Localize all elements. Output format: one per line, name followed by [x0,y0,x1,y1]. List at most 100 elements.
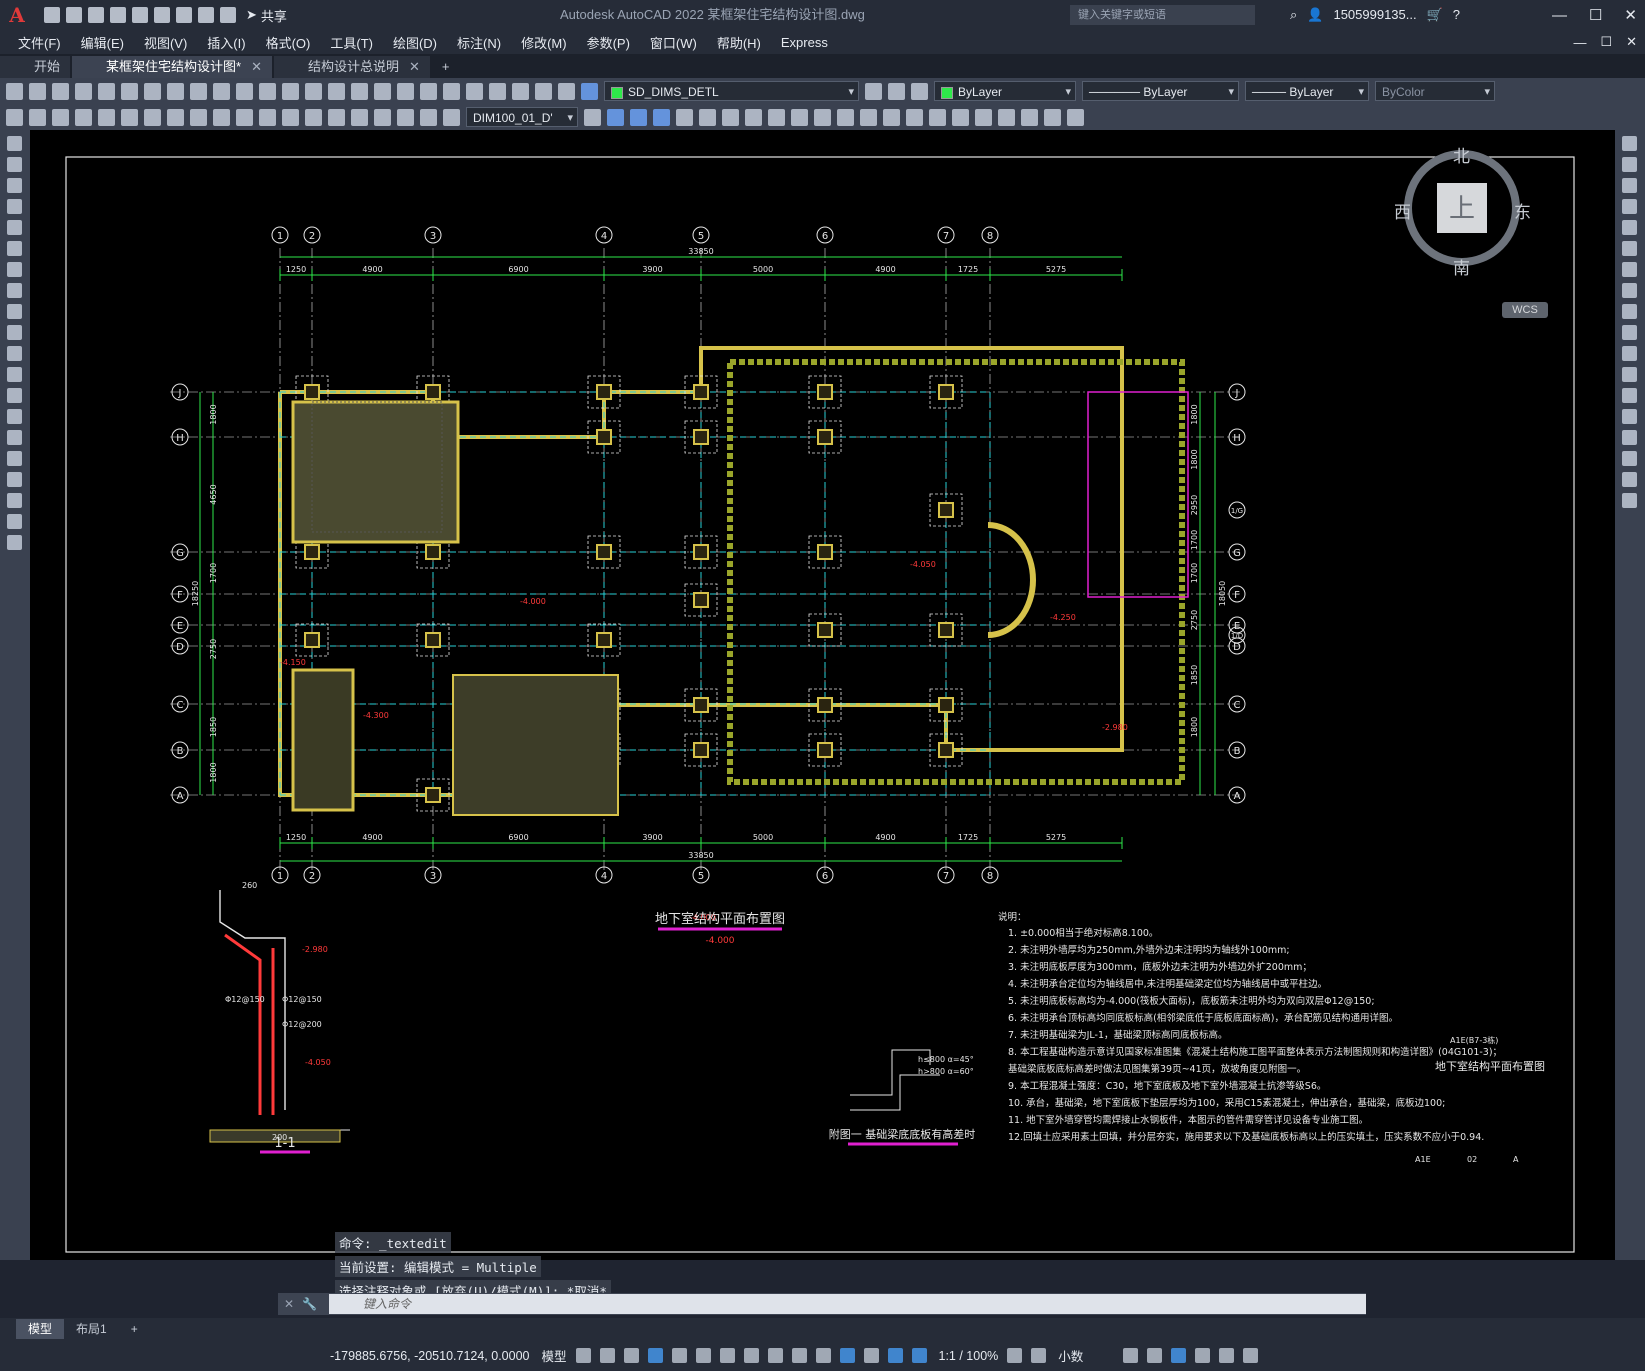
break-at-point-icon[interactable] [1622,367,1637,382]
arc-icon[interactable] [7,241,22,256]
quick-properties-icon[interactable] [1123,1348,1139,1363]
undo-icon[interactable] [198,7,214,23]
tab-layout1[interactable]: 布局1 [64,1319,119,1339]
hatch-icon[interactable] [7,430,22,445]
snap-icon[interactable] [599,1348,615,1363]
wrench-icon[interactable]: 🔧 [302,1297,317,1311]
spline-icon[interactable] [7,304,22,319]
redo-icon[interactable] [305,82,322,100]
point-icon[interactable] [7,409,22,424]
baseline-icon[interactable] [213,108,230,126]
share-button[interactable]: ➤ 共享 [246,6,287,25]
new-file-icon[interactable] [44,7,60,23]
jogged-icon[interactable] [121,108,138,126]
text-to-front-icon[interactable] [998,108,1015,126]
menu-parametric[interactable]: 参数(P) [587,33,630,52]
menu-tools[interactable]: 工具(T) [330,33,373,52]
markup-icon[interactable] [512,82,529,100]
stretch-icon[interactable] [1622,304,1637,319]
menu-draw[interactable]: 绘图(D) [393,33,437,52]
plot-icon[interactable] [154,7,170,23]
arc-length-icon[interactable] [52,108,69,126]
erase-icon[interactable] [1622,136,1637,151]
polygon-icon[interactable] [7,199,22,214]
copy-object-icon[interactable] [1622,157,1637,172]
add-layout-button[interactable]: + [119,1319,150,1339]
line-icon[interactable] [7,136,22,151]
zoom-previous-icon[interactable] [397,82,414,100]
doc-minimize-button[interactable]: — [1573,35,1586,50]
polyline-icon[interactable] [7,178,22,193]
menu-insert[interactable]: 插入(I) [207,33,245,52]
menu-file[interactable]: 文件(F) [18,33,61,52]
dim-style-icon[interactable] [584,108,601,126]
layer-state-icon[interactable] [911,82,928,100]
block-editor-icon[interactable] [259,82,276,100]
extend-icon[interactable] [1622,346,1637,361]
ungroup-icon[interactable] [1067,108,1084,126]
tool-palettes-icon[interactable] [466,82,483,100]
gradient-icon[interactable] [7,451,22,466]
ellipse-arc-icon[interactable] [7,346,22,361]
tab-main-drawing[interactable]: 某框架住宅结构设计图* ✕ [72,56,272,78]
trim-icon[interactable] [1622,325,1637,340]
publish-icon[interactable] [121,82,138,100]
viewcube-south[interactable]: 南 [1453,254,1470,279]
selection-cycling-icon[interactable] [815,1348,831,1363]
design-center-icon[interactable] [443,82,460,100]
menu-edit[interactable]: 编辑(E) [81,33,124,52]
paste-icon[interactable] [213,82,230,100]
cart-icon[interactable]: 🛒 [1427,0,1443,30]
model-space-toggle[interactable]: 模型 [541,1346,566,1365]
maximize-button[interactable]: ☐ [1589,6,1602,24]
hardware-acceleration-icon[interactable] [1195,1348,1211,1363]
new-icon[interactable] [6,82,23,100]
trim-icon[interactable] [791,108,808,126]
blend-curves-icon[interactable] [1622,472,1637,487]
command-input[interactable]: 键入命令 [329,1294,1366,1314]
chamfer-icon[interactable] [1622,430,1637,445]
explode-icon[interactable] [929,108,946,126]
gizmo-icon[interactable] [887,1348,903,1363]
viewcube-top-face[interactable]: 上 [1437,183,1487,233]
modify-move-icon[interactable] [607,108,624,126]
print-icon[interactable] [176,7,192,23]
make-current-icon[interactable] [865,82,882,100]
jogged-linear-icon[interactable] [374,108,391,126]
lineweight-icon[interactable] [767,1348,783,1363]
autocad-logo-icon[interactable]: A [4,2,30,28]
save-icon[interactable] [52,82,69,100]
rotate-icon[interactable] [722,108,739,126]
aligned-dim-icon[interactable] [29,108,46,126]
construction-line-icon[interactable] [7,157,22,172]
viewcube-east[interactable]: 东 [1514,198,1531,223]
search-icon[interactable]: ⌕ [1290,0,1297,30]
wcs-menu[interactable]: WCS [1502,302,1548,318]
lock-ui-icon[interactable] [1147,1348,1163,1363]
rectangle-icon[interactable] [7,220,22,235]
offset-icon[interactable] [1622,199,1637,214]
menu-format[interactable]: 格式(O) [266,33,311,52]
color-dropdown[interactable]: ByLayer [934,81,1076,102]
join-icon[interactable] [1622,409,1637,424]
new-tab-button[interactable]: + [432,56,460,78]
viewcube-west[interactable]: 西 [1394,198,1411,223]
lineweight-dropdown[interactable]: ──── ByLayer [1245,81,1369,102]
dimstyle-dropdown[interactable]: DIM100_01_D' [466,107,578,128]
open-icon[interactable] [29,82,46,100]
isodraft-icon[interactable] [695,1348,711,1363]
undo-icon[interactable] [282,82,299,100]
continue-icon[interactable] [236,108,253,126]
menu-window[interactable]: 窗口(W) [650,33,697,52]
diameter-icon[interactable] [144,108,161,126]
menu-express[interactable]: Express [781,35,828,50]
dim-update-icon[interactable] [443,108,460,126]
scale-icon[interactable] [1622,283,1637,298]
sheet-set-icon[interactable] [489,82,506,100]
tab-start[interactable]: 开始 [0,56,71,78]
annotation-scale[interactable]: 1:1 / 100% [939,1349,999,1363]
annotation-visibility-icon[interactable] [911,1348,927,1363]
tolerance-icon[interactable] [305,108,322,126]
break-point-icon[interactable] [837,108,854,126]
stretch-icon[interactable] [768,108,785,126]
